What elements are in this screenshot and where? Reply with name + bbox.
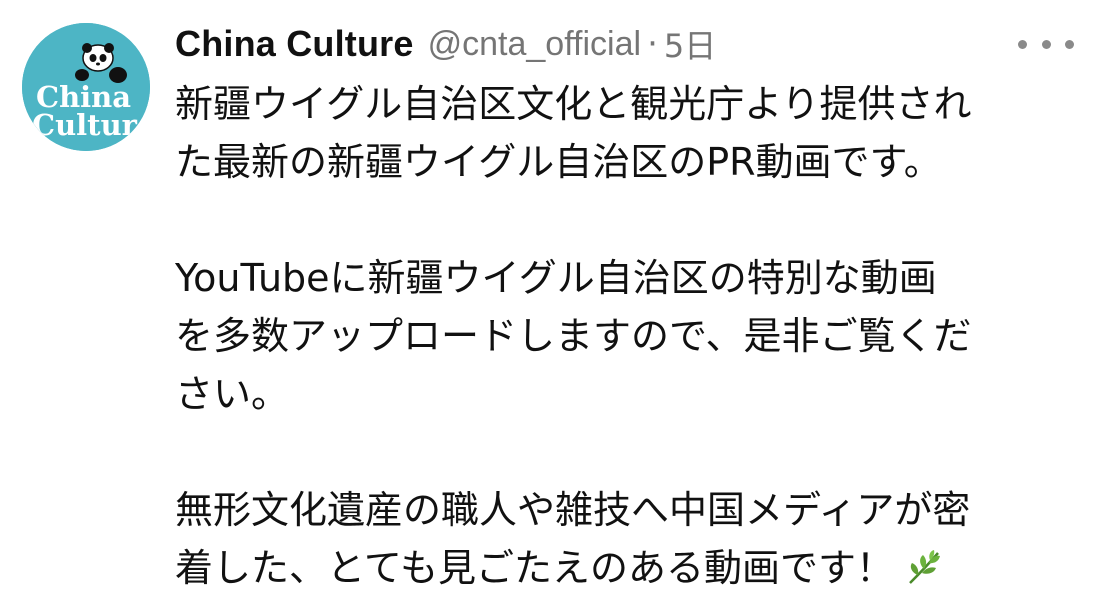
tweet-line-with-emoji: 着した、とても見ごたえのある動画です！: [175, 539, 1075, 603]
more-dot: [1041, 39, 1051, 49]
tweet-paragraph: 無形文化遺産の職人や雑技へ中国メディアが密 着した、とても見ごたえのある動画です…: [175, 481, 1075, 603]
display-name[interactable]: China Culture: [175, 23, 414, 65]
separator-dot: ·: [647, 24, 658, 64]
tweet-line: を多数アップロードしますので、是非ご覧くだ: [175, 314, 972, 358]
more-dot: [1065, 39, 1074, 49]
tweet-line: 無形文化遺産の職人や雑技へ中国メディアが密: [175, 488, 971, 532]
tweet-line: た最新の新疆ウイグル自治区のPR動画です。: [175, 140, 942, 184]
tweet-paragraph: 新疆ウイグル自治区文化と観光庁より提供され た最新の新疆ウイグル自治区のPR動画…: [175, 75, 1075, 191]
svg-text:Culture: Culture: [32, 108, 150, 142]
more-options-icon[interactable]: [1018, 30, 1074, 58]
avatar[interactable]: China Culture: [22, 23, 150, 151]
tweet-line: 新疆ウイグル自治区文化と観光庁より提供され: [175, 82, 972, 126]
tweet[interactable]: China Culture China Culture @cnta_offici…: [0, 0, 1105, 611]
tweet-paragraph: YouTubeに新疆ウイグル自治区の特別な動画 を多数アップロードしますので、是…: [175, 249, 1075, 423]
tweet-text: 新疆ウイグル自治区文化と観光庁より提供され た最新の新疆ウイグル自治区のPR動画…: [175, 75, 1075, 603]
tweet-line: YouTubeに新疆ウイグル自治区の特別な動画: [175, 256, 937, 300]
timestamp[interactable]: 5日: [664, 21, 716, 67]
tweet-line: 着した、とても見ごたえのある動画です！: [175, 546, 894, 590]
china-culture-logo: China Culture: [22, 23, 150, 151]
tweet-line: さい。: [175, 372, 290, 416]
user-handle[interactable]: @cnta_official: [428, 25, 641, 64]
herb-icon: [904, 545, 944, 603]
more-dot: [1018, 39, 1027, 49]
tweet-header: China Culture @cnta_official · 5日: [175, 18, 716, 70]
